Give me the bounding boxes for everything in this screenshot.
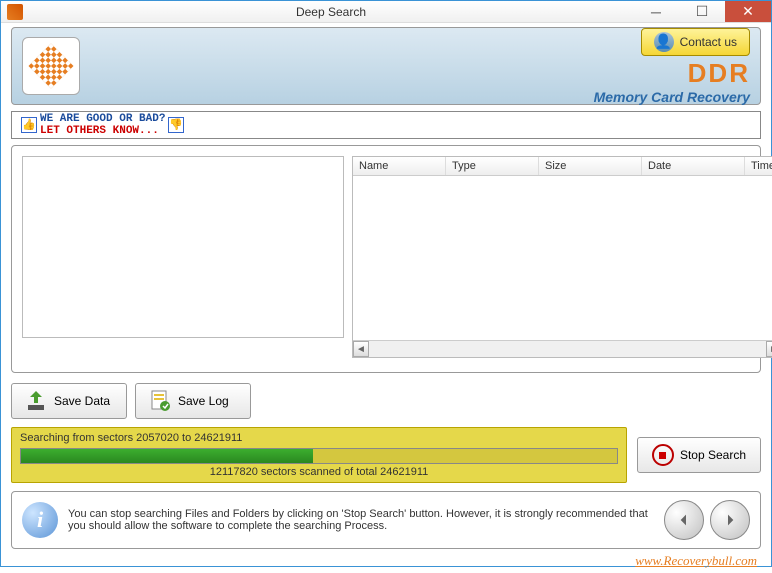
window-title: Deep Search xyxy=(29,5,633,19)
nav-prev-button[interactable] xyxy=(664,500,704,540)
save-data-icon xyxy=(24,389,48,413)
progress-searching-line: Searching from sectors 2057020 to 246219… xyxy=(20,432,618,444)
progress-box: Searching from sectors 2057020 to 246219… xyxy=(11,427,627,483)
feedback-line1: WE ARE GOOD OR BAD? xyxy=(40,113,165,125)
info-text: You can stop searching Files and Folders… xyxy=(68,508,654,532)
feedback-line2: LET OTHERS KNOW... xyxy=(40,125,159,137)
thumbs-down-icon: 👎 xyxy=(168,117,184,133)
stop-label: Stop Search xyxy=(680,448,746,462)
col-time[interactable]: Time xyxy=(745,157,772,175)
contact-avatar-icon: 👤 xyxy=(654,32,674,52)
info-icon: i xyxy=(22,502,58,538)
logo-box xyxy=(22,37,80,95)
action-row: Save Data Save Log xyxy=(11,383,761,419)
stop-search-button[interactable]: Stop Search xyxy=(637,437,761,473)
col-date[interactable]: Date xyxy=(642,157,745,175)
brand-subtitle: Memory Card Recovery xyxy=(594,89,750,105)
scroll-right-icon[interactable]: ► xyxy=(766,341,772,357)
save-data-button[interactable]: Save Data xyxy=(11,383,127,419)
brand-logo: DDR xyxy=(594,58,750,89)
file-table: Name Type Size Date Time ◄ ► xyxy=(352,156,772,358)
table-header: Name Type Size Date Time xyxy=(353,157,772,176)
scroll-left-icon[interactable]: ◄ xyxy=(353,341,369,357)
info-row: i You can stop searching Files and Folde… xyxy=(11,491,761,549)
contact-label: Contact us xyxy=(680,35,737,49)
save-log-button[interactable]: Save Log xyxy=(135,383,251,419)
logo-icon xyxy=(28,43,73,88)
col-type[interactable]: Type xyxy=(446,157,539,175)
stop-icon xyxy=(652,444,674,466)
save-log-icon xyxy=(148,389,172,413)
col-name[interactable]: Name xyxy=(353,157,446,175)
h-scrollbar[interactable]: ◄ ► xyxy=(353,340,772,357)
header-banner: 👤 Contact us DDR Memory Card Recovery xyxy=(11,27,761,105)
save-data-label: Save Data xyxy=(54,394,110,408)
maximize-button[interactable]: ☐ xyxy=(679,1,725,22)
app-icon xyxy=(7,4,23,20)
thumbs-up-icon: 👍 xyxy=(21,117,37,133)
table-body[interactable] xyxy=(353,176,772,340)
minimize-button[interactable]: ─ xyxy=(633,1,679,22)
progress-bar-fill xyxy=(21,449,313,463)
app-window: Deep Search ─ ☐ ✕ 👤 Contact us DDR Memor… xyxy=(0,0,772,567)
results-panel: Name Type Size Date Time ◄ ► xyxy=(11,145,761,373)
contact-us-button[interactable]: 👤 Contact us xyxy=(641,28,750,56)
footer-url[interactable]: www.Recoverybull.com xyxy=(1,549,771,573)
save-log-label: Save Log xyxy=(178,394,229,408)
progress-scanned-line: 12117820 sectors scanned of total 246219… xyxy=(20,466,618,478)
col-size[interactable]: Size xyxy=(539,157,642,175)
folder-tree[interactable] xyxy=(22,156,344,338)
feedback-banner[interactable]: 👍 WE ARE GOOD OR BAD? LET OTHERS KNOW...… xyxy=(11,111,761,139)
progress-row: Searching from sectors 2057020 to 246219… xyxy=(11,427,761,483)
progress-bar xyxy=(20,448,618,464)
titlebar: Deep Search ─ ☐ ✕ xyxy=(1,1,771,23)
nav-next-button[interactable] xyxy=(710,500,750,540)
close-button[interactable]: ✕ xyxy=(725,1,771,22)
